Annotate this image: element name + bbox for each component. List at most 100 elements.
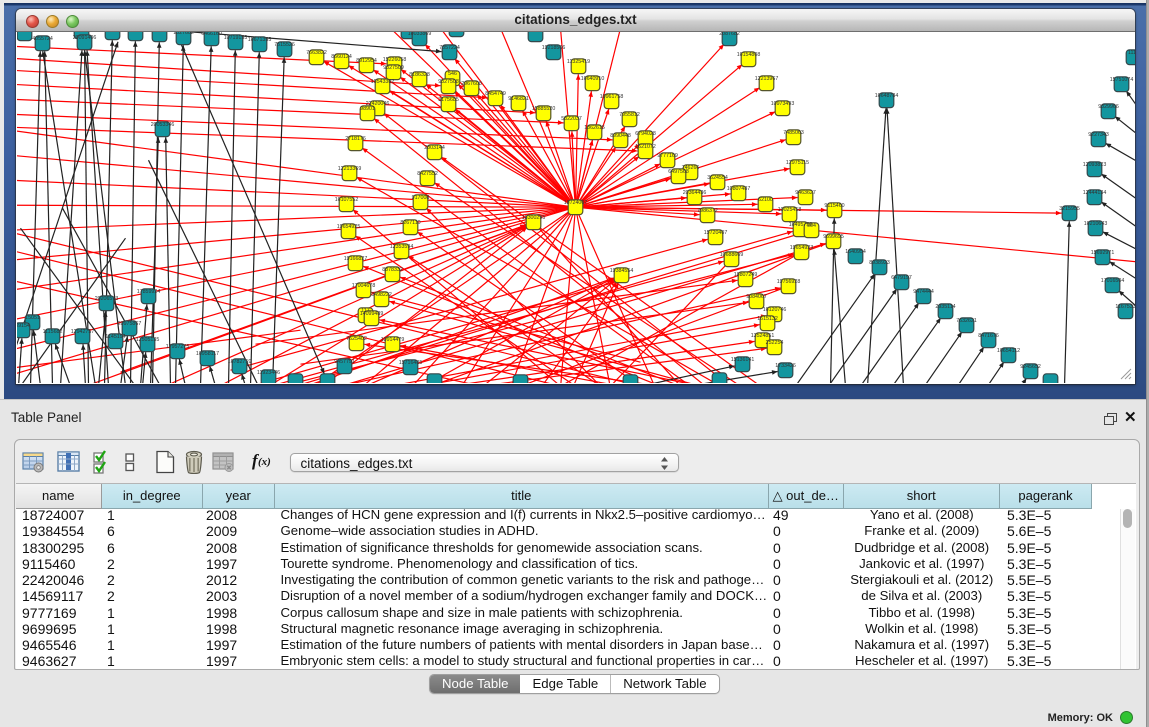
svg-text:16210643: 16210643 <box>1083 221 1107 227</box>
svg-text:10958117: 10958117 <box>195 351 218 357</box>
svg-text:18724007: 18724007 <box>563 200 587 206</box>
svg-text:8660124: 8660124 <box>331 54 352 60</box>
svg-text:7357224: 7357224 <box>439 45 460 51</box>
svg-text:16107552: 16107552 <box>334 197 358 203</box>
svg-text:20091406: 20091406 <box>72 35 96 41</box>
svg-text:6794028: 6794028 <box>635 131 656 137</box>
svg-text:9457791: 9457791 <box>334 359 355 365</box>
svg-text:6479197: 6479197 <box>891 275 912 281</box>
svg-text:10961758: 10961758 <box>599 94 623 100</box>
svg-text:17957275: 17957275 <box>165 344 189 350</box>
svg-text:12213967: 12213967 <box>754 76 778 82</box>
svg-text:4055724: 4055724 <box>32 36 53 42</box>
svg-text:7625402: 7625402 <box>346 336 367 342</box>
svg-text:1115682: 1115682 <box>42 329 62 335</box>
svg-text:18300295: 18300295 <box>521 215 545 221</box>
svg-text:1145194: 1145194 <box>105 334 125 340</box>
svg-text:6497568: 6497568 <box>668 169 689 175</box>
svg-text:8878332: 8878332 <box>382 267 403 273</box>
svg-text:9777169: 9777169 <box>657 153 678 159</box>
svg-text:17859924: 17859924 <box>136 289 160 295</box>
svg-text:19654925: 19654925 <box>336 224 360 230</box>
svg-text:15751074: 15751074 <box>1109 77 1133 83</box>
svg-text:15692971: 15692971 <box>1090 250 1114 256</box>
svg-text:15226058: 15226058 <box>382 57 406 63</box>
svg-text:9115460: 9115460 <box>824 203 844 209</box>
svg-text:9227343: 9227343 <box>1088 132 1109 138</box>
svg-text:2935114: 2935114 <box>935 304 955 310</box>
svg-text:10973493: 10973493 <box>770 101 794 107</box>
svg-text:7955812: 7955812 <box>619 112 640 118</box>
svg-text:15136141: 15136141 <box>730 357 754 363</box>
svg-text:1621072: 1621072 <box>635 144 656 150</box>
svg-text:3624554: 3624554 <box>707 175 728 181</box>
svg-text:1527602: 1527602 <box>173 32 194 36</box>
svg-text:9474444: 9474444 <box>913 289 934 295</box>
svg-text:252254: 252254 <box>765 340 783 346</box>
svg-text:1112: 1112 <box>1128 50 1135 56</box>
svg-text:8471676: 8471676 <box>978 333 999 339</box>
svg-text:20206573: 20206573 <box>94 296 118 302</box>
svg-text:1733426: 1733426 <box>775 363 796 369</box>
svg-text:7515526: 7515526 <box>274 42 295 48</box>
svg-text:9699695: 9699695 <box>823 234 844 240</box>
svg-text:10025458: 10025458 <box>777 207 801 213</box>
svg-text:12353594: 12353594 <box>389 244 413 250</box>
svg-text:16543382: 16543382 <box>370 79 394 85</box>
svg-text:19384554: 19384554 <box>609 268 633 274</box>
svg-text:3175685: 3175685 <box>438 97 459 103</box>
svg-text:1167533: 1167533 <box>1115 304 1135 310</box>
svg-text:8267110: 8267110 <box>400 220 420 226</box>
svg-text:9245652: 9245652 <box>1020 364 1041 370</box>
svg-text:2087682: 2087682 <box>719 32 740 37</box>
svg-text:10914479: 10914479 <box>380 337 404 343</box>
svg-text:9327508: 9327508 <box>438 79 459 85</box>
svg-text:8938923: 8938923 <box>869 260 890 266</box>
svg-text:12975115: 12975115 <box>785 160 808 166</box>
svg-text:15720407: 15720407 <box>703 230 727 236</box>
svg-text:1362615: 1362615 <box>584 125 605 131</box>
svg-text:3498222: 3498222 <box>371 292 392 298</box>
svg-text:(x): (x) <box>258 456 271 468</box>
svg-text:15885520: 15885520 <box>531 106 555 112</box>
svg-text:7986372: 7986372 <box>697 208 718 214</box>
svg-text:98901: 98901 <box>360 106 375 112</box>
svg-text:11325419: 11325419 <box>566 59 589 65</box>
svg-text:16648784: 16648784 <box>874 93 898 99</box>
svg-text:9146821: 9146821 <box>508 96 529 102</box>
svg-text:1640954: 1640954 <box>845 249 866 255</box>
svg-text:13524851: 13524851 <box>750 333 774 339</box>
svg-text:17004678: 17004678 <box>351 283 375 289</box>
svg-text:62100: 62100 <box>758 197 773 203</box>
svg-text:10655287: 10655287 <box>147 32 171 33</box>
svg-text:9463627: 9463627 <box>795 190 816 196</box>
svg-text:3215955: 3215955 <box>1059 206 1080 212</box>
svg-text:9327509: 9327509 <box>383 65 404 71</box>
svg-text:8186328: 8186328 <box>409 72 430 78</box>
svg-text:6466160: 6466160 <box>201 32 222 37</box>
svg-text:10688609: 10688609 <box>719 252 743 258</box>
svg-text:2803144: 2803144 <box>424 145 445 151</box>
svg-text:16671355: 16671355 <box>247 37 271 43</box>
svg-text:12505135: 12505135 <box>135 337 159 343</box>
svg-text:15716485: 15716485 <box>398 360 422 366</box>
svg-text:9329966: 9329966 <box>1098 104 1119 110</box>
svg-text:904: 904 <box>807 223 816 229</box>
svg-text:16120746: 16120746 <box>762 307 786 313</box>
svg-text:18807249: 18807249 <box>733 272 757 278</box>
svg-text:8427552: 8427552 <box>417 171 438 177</box>
svg-text:12444134: 12444134 <box>1082 190 1106 196</box>
svg-text:7632621: 7632621 <box>956 318 977 324</box>
svg-text:8912954: 8912954 <box>356 58 377 64</box>
svg-text:9084067: 9084067 <box>746 294 767 300</box>
svg-text:917008: 917008 <box>411 195 429 201</box>
svg-text:1615132: 1615132 <box>757 316 778 322</box>
svg-text:15051: 15051 <box>25 315 40 321</box>
svg-text:12942757: 12942757 <box>70 329 94 335</box>
svg-text:7485063: 7485063 <box>783 130 804 136</box>
svg-text:10807487: 10807487 <box>726 186 750 192</box>
svg-text:12093823: 12093823 <box>1082 162 1106 168</box>
svg-text:8813054: 8813054 <box>525 32 546 33</box>
svg-text:8454749: 8454749 <box>485 91 506 97</box>
svg-text:10719155: 10719155 <box>223 35 247 41</box>
